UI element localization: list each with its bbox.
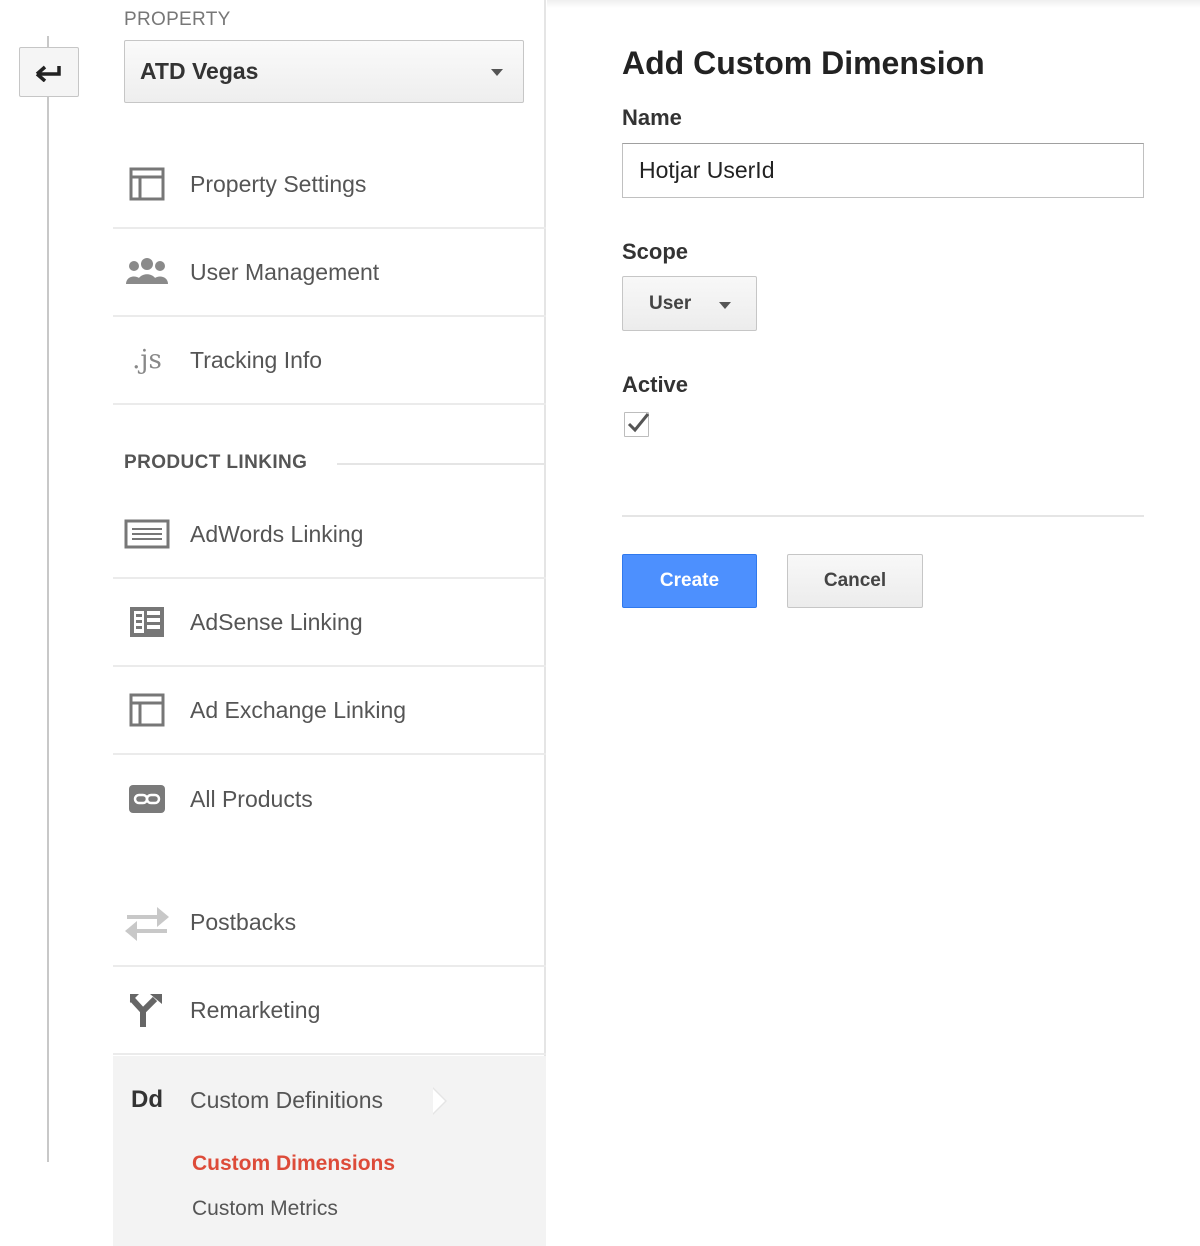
nav-item-postbacks[interactable]: Postbacks — [113, 879, 546, 967]
nav-item-label: User Management — [190, 258, 380, 285]
property-label: PROPERTY — [124, 9, 231, 30]
left-rail — [47, 36, 49, 1162]
js-icon: .js — [132, 345, 162, 375]
nav-item-label: Property Settings — [190, 170, 367, 197]
layout-icon — [129, 167, 165, 201]
custom-definitions-icon: Dd — [131, 1086, 163, 1113]
nav-item-label: AdWords Linking — [190, 520, 364, 547]
active-pointer-inner — [433, 1089, 445, 1113]
back-arrow-icon — [35, 65, 61, 82]
adwords-icon — [124, 519, 170, 549]
active-label: Active — [622, 372, 689, 397]
chevron-down-icon — [719, 302, 731, 309]
nav-item-tracking-info[interactable]: .js Tracking Info — [113, 317, 546, 405]
nav-item-all-products[interactable]: All Products — [113, 755, 546, 843]
sub-item-custom-dimensions[interactable]: Custom Dimensions — [192, 1152, 395, 1176]
property-selector[interactable]: ATD Vegas — [124, 40, 524, 103]
remarketing-icon — [129, 994, 162, 1027]
nav-item-property-settings[interactable]: Property Settings — [113, 141, 546, 229]
name-label: Name — [622, 105, 682, 130]
postbacks-icon — [125, 907, 169, 941]
page-title: Add Custom Dimension — [622, 45, 985, 81]
nav-item-adsense-linking[interactable]: AdSense Linking — [113, 579, 546, 667]
nav-item-label: Remarketing — [190, 996, 321, 1023]
create-button[interactable]: Create — [622, 554, 757, 608]
name-input[interactable] — [622, 143, 1144, 198]
section-divider — [337, 463, 546, 465]
layout-icon — [129, 693, 165, 727]
nav-item-ad-exchange-linking[interactable]: Ad Exchange Linking — [113, 667, 546, 755]
users-icon — [126, 258, 168, 284]
nav-item-label: Tracking Info — [190, 346, 323, 373]
form-divider — [622, 515, 1144, 517]
scope-label: Scope — [622, 239, 689, 264]
nav-item-label: Ad Exchange Linking — [190, 696, 407, 723]
scope-selected: User — [649, 292, 692, 314]
nav-item-label: All Products — [190, 785, 313, 812]
cancel-button[interactable]: Cancel — [787, 554, 923, 608]
active-checkbox[interactable] — [624, 412, 650, 437]
top-shadow — [547, 0, 1200, 8]
nav-item-user-management[interactable]: User Management — [113, 229, 546, 317]
chevron-down-icon — [491, 69, 503, 76]
sub-item-custom-metrics[interactable]: Custom Metrics — [192, 1197, 338, 1221]
checkmark-icon — [627, 413, 650, 433]
nav-item-label: AdSense Linking — [190, 608, 363, 635]
nav-item-adwords-linking[interactable]: AdWords Linking — [113, 491, 546, 579]
link-icon — [129, 785, 165, 813]
nav-item-remarketing[interactable]: Remarketing — [113, 967, 546, 1055]
scope-dropdown[interactable]: User — [622, 276, 757, 331]
back-button[interactable] — [19, 47, 79, 97]
admin-sidebar: PROPERTY ATD Vegas Property Settings Use… — [113, 0, 546, 1246]
nav-item-custom-definitions[interactable]: Dd Custom Definitions — [113, 1056, 546, 1144]
nav-item-label: Postbacks — [190, 908, 297, 935]
section-heading-product-linking: PRODUCT LINKING — [124, 452, 308, 473]
nav-item-label: Custom Definitions — [190, 1086, 384, 1113]
property-selected: ATD Vegas — [140, 58, 259, 84]
adsense-icon — [130, 607, 164, 637]
